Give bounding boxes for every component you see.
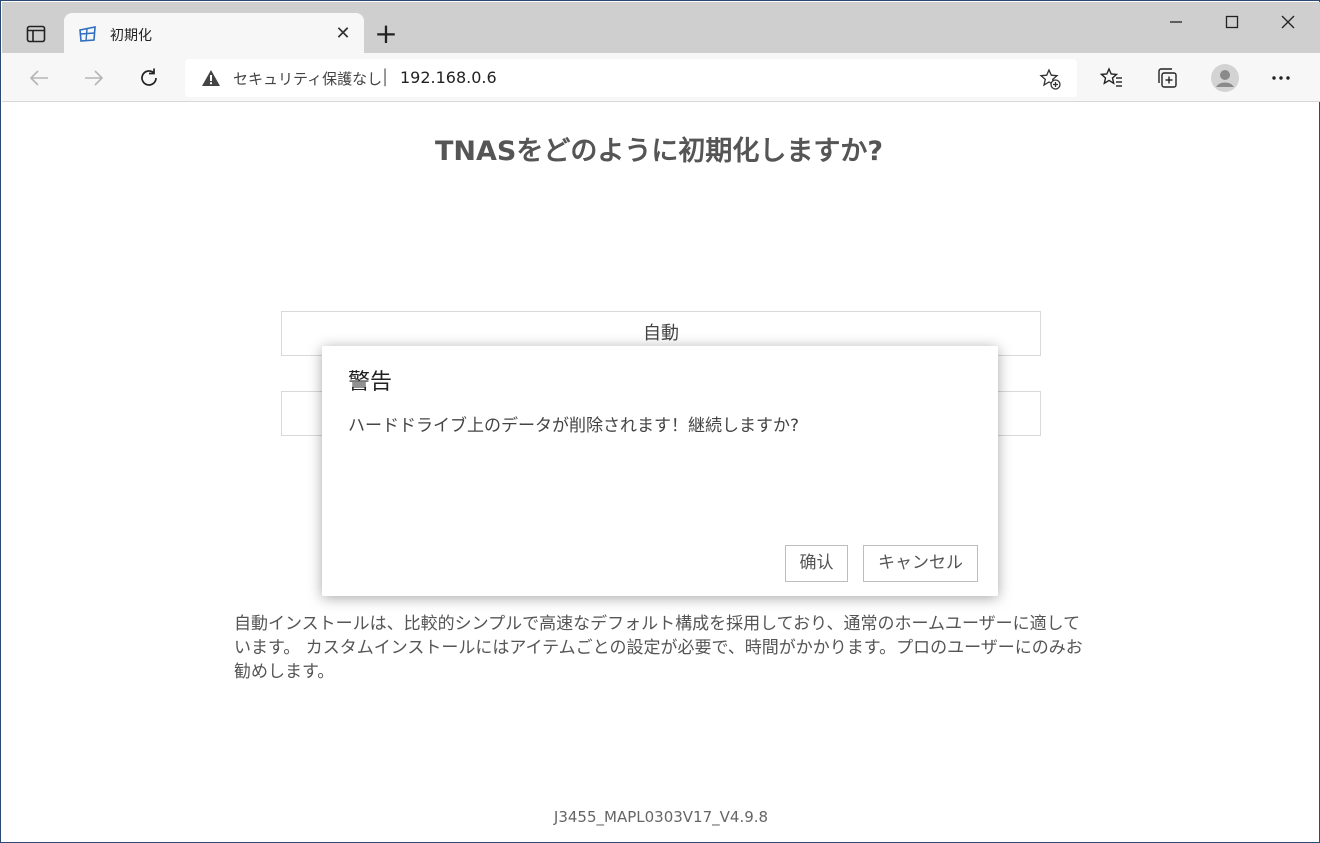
- tab-active[interactable]: 初期化 ✕: [64, 13, 364, 55]
- warning-dialog: 警告 ハードドライブ上のデータが削除されます！継続しますか? 确认 キャンセル: [322, 346, 998, 596]
- browser-window: 初期化 ✕ + セキュリティ保護なし | 192.168.0.6 TNASをどの…: [0, 0, 1320, 843]
- url-text[interactable]: 192.168.0.6: [400, 68, 497, 87]
- address-bar[interactable]: セキュリティ保護なし | 192.168.0.6: [185, 59, 1077, 97]
- new-tab-button[interactable]: +: [372, 20, 400, 49]
- tab-actions-icon[interactable]: [16, 22, 56, 46]
- tab-strip: 初期化 ✕ +: [2, 2, 1320, 55]
- favorites-icon[interactable]: [1099, 65, 1125, 91]
- tab-title: 初期化: [110, 28, 152, 44]
- page-favicon-icon: [78, 24, 98, 44]
- window-close-button[interactable]: [1268, 10, 1308, 38]
- arrow-left-icon[interactable]: [24, 63, 54, 93]
- page-title: TNASをどのように初期化しますか?: [434, 136, 884, 167]
- dialog-title: 警告: [348, 370, 393, 395]
- install-description: 自動インストールは、比較的シンプルで高速なデフォルト構成を採用しており、通常のホ…: [234, 614, 1083, 682]
- tab-close-icon[interactable]: ✕: [332, 23, 354, 45]
- dialog-message: ハードドライブ上のデータが削除されます！継続しますか?: [348, 416, 800, 436]
- profile-icon[interactable]: [1210, 63, 1240, 93]
- warning-icon[interactable]: [201, 69, 221, 87]
- browser-toolbar: セキュリティ保護なし | 192.168.0.6: [2, 53, 1320, 102]
- address-separator: |: [382, 66, 389, 87]
- minimize-button[interactable]: [1156, 10, 1196, 38]
- firmware-version: J3455_MAPL0303V17_V4.9.8: [553, 808, 769, 826]
- star-plus-icon[interactable]: [1039, 68, 1061, 90]
- confirm-button[interactable]: 确认: [785, 545, 848, 582]
- more-icon[interactable]: [1268, 65, 1294, 91]
- collections-icon[interactable]: [1154, 65, 1180, 91]
- arrow-right-icon[interactable]: [79, 63, 109, 93]
- refresh-icon[interactable]: [134, 63, 164, 93]
- maximize-button[interactable]: [1212, 10, 1252, 38]
- security-status-label[interactable]: セキュリティ保護なし: [233, 68, 382, 89]
- cancel-button[interactable]: キャンセル: [863, 545, 978, 582]
